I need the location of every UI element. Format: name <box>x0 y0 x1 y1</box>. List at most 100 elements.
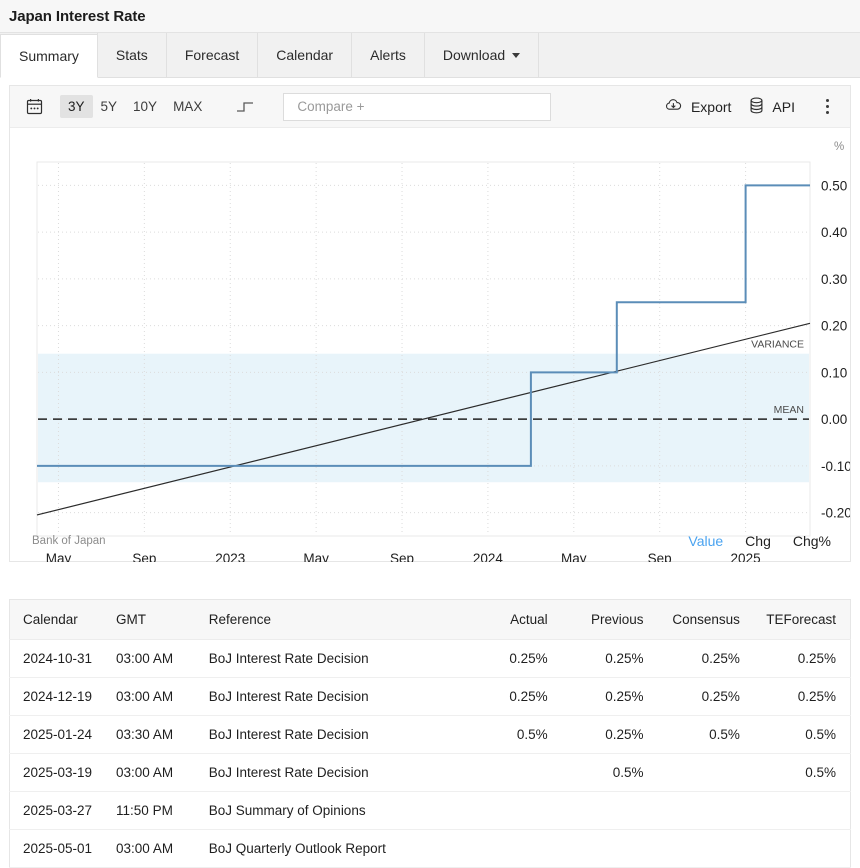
cell-actual: 0.5% <box>466 716 561 754</box>
y-axis-tick-label: 0.10 <box>821 365 847 380</box>
column-header-gmt[interactable]: GMT <box>116 600 209 640</box>
range-button-max[interactable]: MAX <box>165 95 210 118</box>
tab-summary[interactable]: Summary <box>0 34 98 78</box>
variance-band <box>38 354 809 483</box>
table-row[interactable]: 2024-12-1903:00 AMBoJ Interest Rate Deci… <box>10 678 851 716</box>
cell-previous: 0.25% <box>562 640 658 678</box>
cell-teforecast: 0.25% <box>754 640 851 678</box>
page-title: Japan Interest Rate <box>9 8 145 25</box>
cell-actual <box>466 754 561 792</box>
tab-bar: Summary Stats Forecast Calendar Alerts Downlo… <box>0 33 860 78</box>
tab-forecast[interactable]: Forecast <box>166 33 258 77</box>
cell-reference: BoJ Interest Rate Decision <box>209 754 467 792</box>
tab-label: Stats <box>116 47 148 63</box>
y-axis-tick-label: 0.20 <box>821 319 847 334</box>
cell-actual: 0.25% <box>466 640 561 678</box>
y-axis-tick-label: -0.10 <box>821 459 850 474</box>
y-axis-tick-label: 0.40 <box>821 225 847 240</box>
cloud-download-icon <box>664 97 683 116</box>
column-header-teforecast[interactable]: TEForecast <box>754 600 851 640</box>
cell-actual <box>466 830 561 868</box>
range-selector: 3Y5Y10YMAX <box>60 95 210 118</box>
cell-calendar: 2025-03-27 <box>10 792 117 830</box>
chart-card: 3Y5Y10YMAX Export <box>9 85 851 562</box>
cell-calendar: 2025-03-19 <box>10 754 117 792</box>
column-header-calendar[interactable]: Calendar <box>10 600 117 640</box>
series-toggle-chg[interactable]: Chg <box>745 533 771 549</box>
series-toggle-chg-pct[interactable]: Chg% <box>793 533 831 549</box>
cell-gmt: 03:00 AM <box>116 830 209 868</box>
cell-consensus: 0.25% <box>658 678 754 716</box>
cell-consensus: 0.5% <box>658 716 754 754</box>
chart-footer: Bank of Japan Value Chg Chg% <box>10 521 850 561</box>
range-button-3y[interactable]: 3Y <box>60 95 93 118</box>
cell-calendar: 2024-10-31 <box>10 640 117 678</box>
column-header-previous[interactable]: Previous <box>562 600 658 640</box>
api-button[interactable]: API <box>740 97 804 117</box>
calendar-table: CalendarGMTReferenceActualPreviousConsen… <box>9 599 851 868</box>
database-icon <box>749 97 764 117</box>
compare-input[interactable] <box>297 99 537 114</box>
export-button[interactable]: Export <box>655 97 740 116</box>
cell-previous: 0.25% <box>562 716 658 754</box>
interest-rate-chart[interactable]: % 0.50 0.40 0.30 0.20 0.10 0.00 -0.10 -0.20 VARIA… <box>10 128 850 562</box>
y-axis-unit-label: % <box>834 141 844 153</box>
range-button-10y[interactable]: 10Y <box>125 95 165 118</box>
kebab-menu-icon[interactable] <box>814 94 840 120</box>
cell-actual <box>466 792 561 830</box>
cell-gmt: 11:50 PM <box>116 792 209 830</box>
plot-area: % 0.50 0.40 0.30 0.20 0.10 0.00 -0.10 -0.20 VARIA… <box>10 128 850 562</box>
cell-gmt: 03:00 AM <box>116 678 209 716</box>
chevron-down-icon <box>512 53 520 58</box>
tab-label: Download <box>443 47 505 63</box>
cell-actual: 0.25% <box>466 678 561 716</box>
column-header-consensus[interactable]: Consensus <box>658 600 754 640</box>
cell-reference: BoJ Summary of Opinions <box>209 792 467 830</box>
tab-alerts[interactable]: Alerts <box>351 33 425 77</box>
y-axis-tick-label: 0.00 <box>821 412 847 427</box>
cell-calendar: 2024-12-19 <box>10 678 117 716</box>
cell-teforecast: 0.25% <box>754 678 851 716</box>
compare-input-wrapper[interactable] <box>283 93 551 121</box>
page-header: Japan Interest Rate <box>0 0 860 33</box>
series-toggle-value[interactable]: Value <box>688 533 723 549</box>
step-chart-icon[interactable] <box>230 94 260 120</box>
table-body: 2024-10-3103:00 AMBoJ Interest Rate Deci… <box>10 640 851 868</box>
table-row[interactable]: 2025-05-0103:00 AMBoJ Quarterly Outlook … <box>10 830 851 868</box>
table-row[interactable]: 2025-03-2711:50 PMBoJ Summary of Opinion… <box>10 792 851 830</box>
tab-label: Calendar <box>276 47 333 63</box>
export-label: Export <box>691 99 731 115</box>
cell-reference: BoJ Interest Rate Decision <box>209 640 467 678</box>
source-label: Bank of Japan <box>32 535 106 547</box>
tab-stats[interactable]: Stats <box>97 33 167 77</box>
annotation-mean: MEAN <box>774 404 804 416</box>
range-button-5y[interactable]: 5Y <box>93 95 126 118</box>
chart-toolbar: 3Y5Y10YMAX Export <box>10 86 850 128</box>
table-header-row: CalendarGMTReferenceActualPreviousConsen… <box>10 600 851 640</box>
cell-teforecast <box>754 830 851 868</box>
cell-consensus <box>658 754 754 792</box>
table-row[interactable]: 2025-03-1903:00 AMBoJ Interest Rate Deci… <box>10 754 851 792</box>
tab-download[interactable]: Download <box>424 33 539 77</box>
tab-calendar[interactable]: Calendar <box>257 33 352 77</box>
annotation-variance: VARIANCE <box>751 339 804 351</box>
series-toggle-group: Value Chg Chg% <box>688 533 831 549</box>
calendar-icon[interactable] <box>20 94 48 120</box>
cell-calendar: 2025-01-24 <box>10 716 117 754</box>
cell-consensus: 0.25% <box>658 640 754 678</box>
cell-reference: BoJ Interest Rate Decision <box>209 716 467 754</box>
column-header-reference[interactable]: Reference <box>209 600 467 640</box>
column-header-actual[interactable]: Actual <box>466 600 561 640</box>
tab-label: Forecast <box>185 47 239 63</box>
table-row[interactable]: 2025-01-2403:30 AMBoJ Interest Rate Deci… <box>10 716 851 754</box>
y-axis-tick-label: -0.20 <box>821 506 850 521</box>
cell-previous: 0.5% <box>562 754 658 792</box>
table-row[interactable]: 2024-10-3103:00 AMBoJ Interest Rate Deci… <box>10 640 851 678</box>
cell-gmt: 03:00 AM <box>116 754 209 792</box>
y-axis-tick-label: 0.30 <box>821 272 847 287</box>
cell-consensus <box>658 830 754 868</box>
tab-label: Summary <box>19 48 79 64</box>
y-axis-tick-label: 0.50 <box>821 178 847 193</box>
cell-teforecast: 0.5% <box>754 754 851 792</box>
cell-calendar: 2025-05-01 <box>10 830 117 868</box>
